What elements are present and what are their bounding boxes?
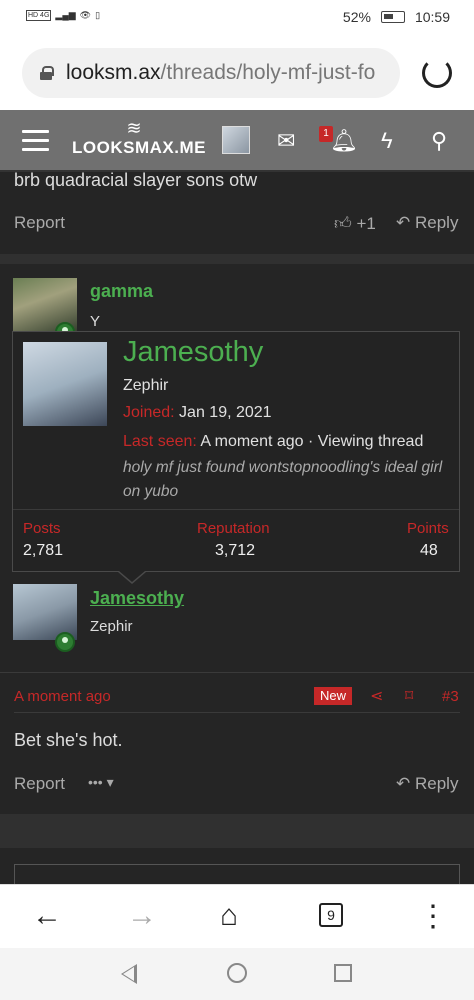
system-recents-icon[interactable] <box>334 964 352 982</box>
post-divider <box>0 254 474 264</box>
user-title: Zephir <box>90 618 133 635</box>
more-actions-button[interactable]: ••• ▾ <box>88 774 114 791</box>
member-tooltip: Jamesothy Zephir Joined: Jan 19, 2021 La… <box>12 331 460 572</box>
post-username[interactable]: Jamesothy <box>90 588 184 609</box>
logo-hair-icon: ≋ <box>126 118 142 138</box>
new-badge: New <box>314 687 352 705</box>
account-avatar[interactable] <box>222 126 250 154</box>
lightning-icon[interactable]: ϟ <box>381 128 393 154</box>
report-link[interactable]: Report <box>14 213 65 233</box>
bookmark-icon[interactable]: ⌑ <box>405 686 413 706</box>
lock-icon <box>40 66 54 80</box>
search-icon[interactable]: ⚲ <box>431 128 447 154</box>
points-value: 48 <box>420 542 438 559</box>
tab-switcher-button[interactable]: 9 <box>319 903 343 927</box>
notification-badge: 1 <box>319 126 333 142</box>
posts-label: Posts <box>23 520 61 537</box>
like-count: +1 <box>356 214 376 233</box>
site-logo[interactable]: ≋ LOOKSMAX.ME <box>72 118 205 166</box>
post-username[interactable]: gamma <box>90 281 153 302</box>
posts-value: 2,781 <box>23 542 64 559</box>
joined-row: Joined: Jan 19, 2021 <box>123 404 272 421</box>
reply-button[interactable]: ↶ Reply <box>396 774 458 794</box>
battery-icon <box>380 11 405 23</box>
reply-button[interactable]: ↶ Reply <box>396 213 458 233</box>
eye-icon: 👁 <box>79 10 92 20</box>
reply-icon: ↶ <box>396 213 411 232</box>
tooltip-arrow <box>118 571 146 584</box>
system-home-icon[interactable] <box>227 963 247 983</box>
post-divider <box>0 672 474 673</box>
share-icon[interactable]: ⋖ <box>370 686 383 706</box>
more-options-icon[interactable]: ⋮ <box>418 899 448 934</box>
reputation-label: Reputation <box>197 520 270 537</box>
vibrate-icon: ▯ <box>95 10 101 20</box>
post-divider <box>14 712 460 713</box>
post-number[interactable]: #3 <box>442 688 459 705</box>
mail-icon[interactable]: ✉ <box>277 128 295 154</box>
system-nav-bar <box>0 948 474 1000</box>
back-icon[interactable]: ← <box>32 899 62 933</box>
site-header: ≋ LOOKSMAX.ME ✉ 🔔︎ ϟ ⚲ <box>0 110 474 172</box>
thumbs-up-icon: 👍︎ <box>334 214 352 233</box>
post-divider <box>0 814 474 848</box>
forward-icon[interactable]: → <box>127 899 157 933</box>
signal-icon: ▂▄▆ <box>55 10 76 20</box>
last-seen-row: Last seen: A moment ago · Viewing thread <box>123 433 424 450</box>
home-icon[interactable]: ⌂ <box>220 899 238 933</box>
browser-toolbar: looksm.ax/threads/holy-mf-just-fo <box>0 36 474 110</box>
post-body: Bet she's hot. <box>14 730 123 750</box>
tooltip-user-title: Zephir <box>123 377 169 394</box>
url-bar[interactable]: looksm.ax/threads/holy-mf-just-fo <box>22 48 400 98</box>
clock: 10:59 <box>414 9 450 25</box>
reply-editor[interactable] <box>14 864 460 886</box>
url-host: looksm.ax <box>66 61 161 84</box>
reputation-value: 3,712 <box>215 542 256 559</box>
tooltip-divider <box>13 509 459 510</box>
status-bar: HD 4G ▂▄▆ 👁 ▯ 52% 10:59 <box>0 0 474 36</box>
bell-icon[interactable]: 🔔︎ <box>330 128 358 154</box>
network-indicator: HD 4G <box>26 10 52 21</box>
browser-bottom-nav: ← → ⌂ ⋮ <box>0 884 474 948</box>
like-button[interactable]: 👍︎ +1 <box>334 213 376 234</box>
post-timestamp[interactable]: A moment ago <box>14 688 111 705</box>
chevron-down-icon: ▾ <box>106 774 114 790</box>
points-label: Points <box>407 520 449 537</box>
tooltip-username[interactable]: Jamesothy <box>123 336 263 369</box>
url-path: /threads/holy-mf-just-fo <box>160 61 376 84</box>
system-back-icon[interactable] <box>121 964 137 984</box>
reply-icon: ↶ <box>396 774 411 793</box>
online-icon <box>55 632 75 652</box>
post-body: brb quadracial slayer sons otw <box>14 170 258 190</box>
report-link[interactable]: Report <box>14 774 65 794</box>
status-message: holy mf just found wontstopnoodling's id… <box>123 459 443 500</box>
battery-percent: 52% <box>342 9 371 25</box>
status-icons: HD 4G ▂▄▆ 👁 ▯ <box>26 10 100 21</box>
reload-icon[interactable] <box>422 58 452 88</box>
post-body: Y <box>90 313 101 330</box>
tooltip-avatar[interactable] <box>23 342 107 426</box>
menu-icon[interactable] <box>22 130 49 152</box>
